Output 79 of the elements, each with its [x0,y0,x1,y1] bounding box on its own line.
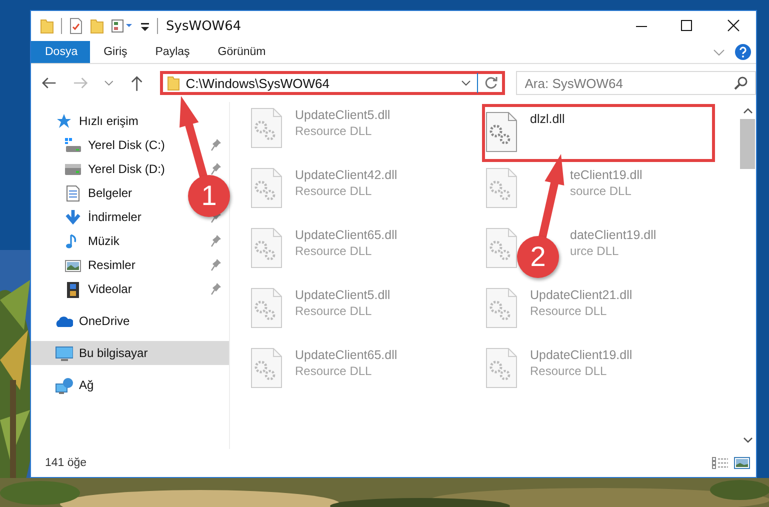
nav-item[interactable]: OneDrive [55,312,130,330]
details-view-icon[interactable] [712,457,728,469]
nav-item[interactable]: Yerel Disk (D:) [64,160,165,178]
file-type: urce DLL [570,244,619,258]
nav-item[interactable]: Ağ [55,376,94,394]
drive-icon [64,136,82,154]
nav-item[interactable]: Belgeler [64,184,132,202]
search-icon[interactable] [734,76,748,90]
address-path: C:\Windows\SysWOW64 [186,76,330,90]
file-name: teClient19.dll [570,168,642,182]
file-name: UpdateClient65.dll [295,228,398,242]
nav-item[interactable]: Hızlı erişim [55,112,138,130]
item-count: 141 öğe [45,457,87,469]
checklist-icon[interactable] [69,17,83,35]
folder-icon[interactable] [90,18,104,34]
window-title: SysWOW64 [166,18,242,34]
nav-item[interactable]: Yerel Disk (C:) [64,136,165,154]
scroll-down-icon[interactable] [742,437,752,443]
file-type: Resource DLL [295,184,372,198]
file-name: UpdateClient19.dll [530,348,632,362]
gear-file-icon [485,347,518,389]
gear-file-icon [485,167,518,209]
pin-icon[interactable] [211,139,221,151]
scrollbar-thumb[interactable] [740,119,755,169]
file-type: Resource DLL [295,364,372,378]
file-name: dlzl.dll [530,112,565,126]
chevron-down-icon[interactable] [104,80,114,86]
monitor-icon [55,344,73,362]
gear-file-icon [250,347,283,389]
search-field[interactable]: Ara: SysWOW64 [516,71,756,95]
properties-icon[interactable] [111,19,133,33]
gear-file-icon [485,287,518,329]
down-arrow-icon [64,208,82,226]
gear-file-icon [250,227,283,269]
file-name: dateClient19.dll [570,228,656,242]
scroll-up-icon[interactable] [742,108,752,114]
nav-item[interactable]: Videolar [64,280,132,298]
gear-file-icon [485,227,518,269]
nav-item[interactable]: İndirmeler [64,208,142,226]
pin-icon[interactable] [211,283,221,295]
file-name: UpdateClient5.dll [295,288,390,302]
up-arrow-icon[interactable] [130,75,144,91]
ribbon-tab[interactable]: Giriş [90,41,142,63]
refresh-icon[interactable] [484,76,498,90]
ribbon-tab[interactable]: Dosya [31,41,90,63]
gear-file-icon [250,167,283,209]
large-icons-view-icon[interactable] [734,457,750,469]
nav-item[interactable]: Resimler [64,256,136,274]
help-icon[interactable] [735,44,751,60]
nav-item[interactable]: Bu bilgisayar [55,344,148,362]
file-type: Resource DLL [295,124,372,138]
file-item[interactable]: dlzl.dll [485,107,712,159]
file-name: UpdateClient65.dll [295,348,398,362]
gear-file-icon [485,111,518,153]
file-name: UpdateClient5.dll [295,108,390,122]
folder-icon [166,76,180,90]
chevron-down-icon[interactable] [460,80,471,86]
pin-icon[interactable] [211,259,221,271]
pin-icon[interactable] [211,235,221,247]
folder-icon[interactable] [40,18,54,34]
file-type: Resource DLL [530,364,607,378]
document-icon [64,184,82,202]
gear-file-icon [250,107,283,149]
ribbon-tab[interactable]: Paylaş [141,41,204,63]
gear-file-icon [250,287,283,329]
file-type: Resource DLL [295,304,372,318]
ribbon-tab[interactable]: Görünüm [204,41,280,63]
network-icon [55,376,73,394]
back-arrow-icon[interactable] [41,76,57,90]
film-icon [64,280,82,298]
star-icon [55,112,73,130]
file-type: Resource DLL [295,244,372,258]
nav-item[interactable]: Müzik [64,232,120,250]
pin-icon[interactable] [211,163,221,175]
address-bar[interactable]: C:\Windows\SysWOW64 [160,71,505,95]
file-name: UpdateClient42.dll [295,168,398,182]
file-name: UpdateClient21.dll [530,288,632,302]
file-type: Resource DLL [530,304,607,318]
file-type: source DLL [570,184,632,198]
